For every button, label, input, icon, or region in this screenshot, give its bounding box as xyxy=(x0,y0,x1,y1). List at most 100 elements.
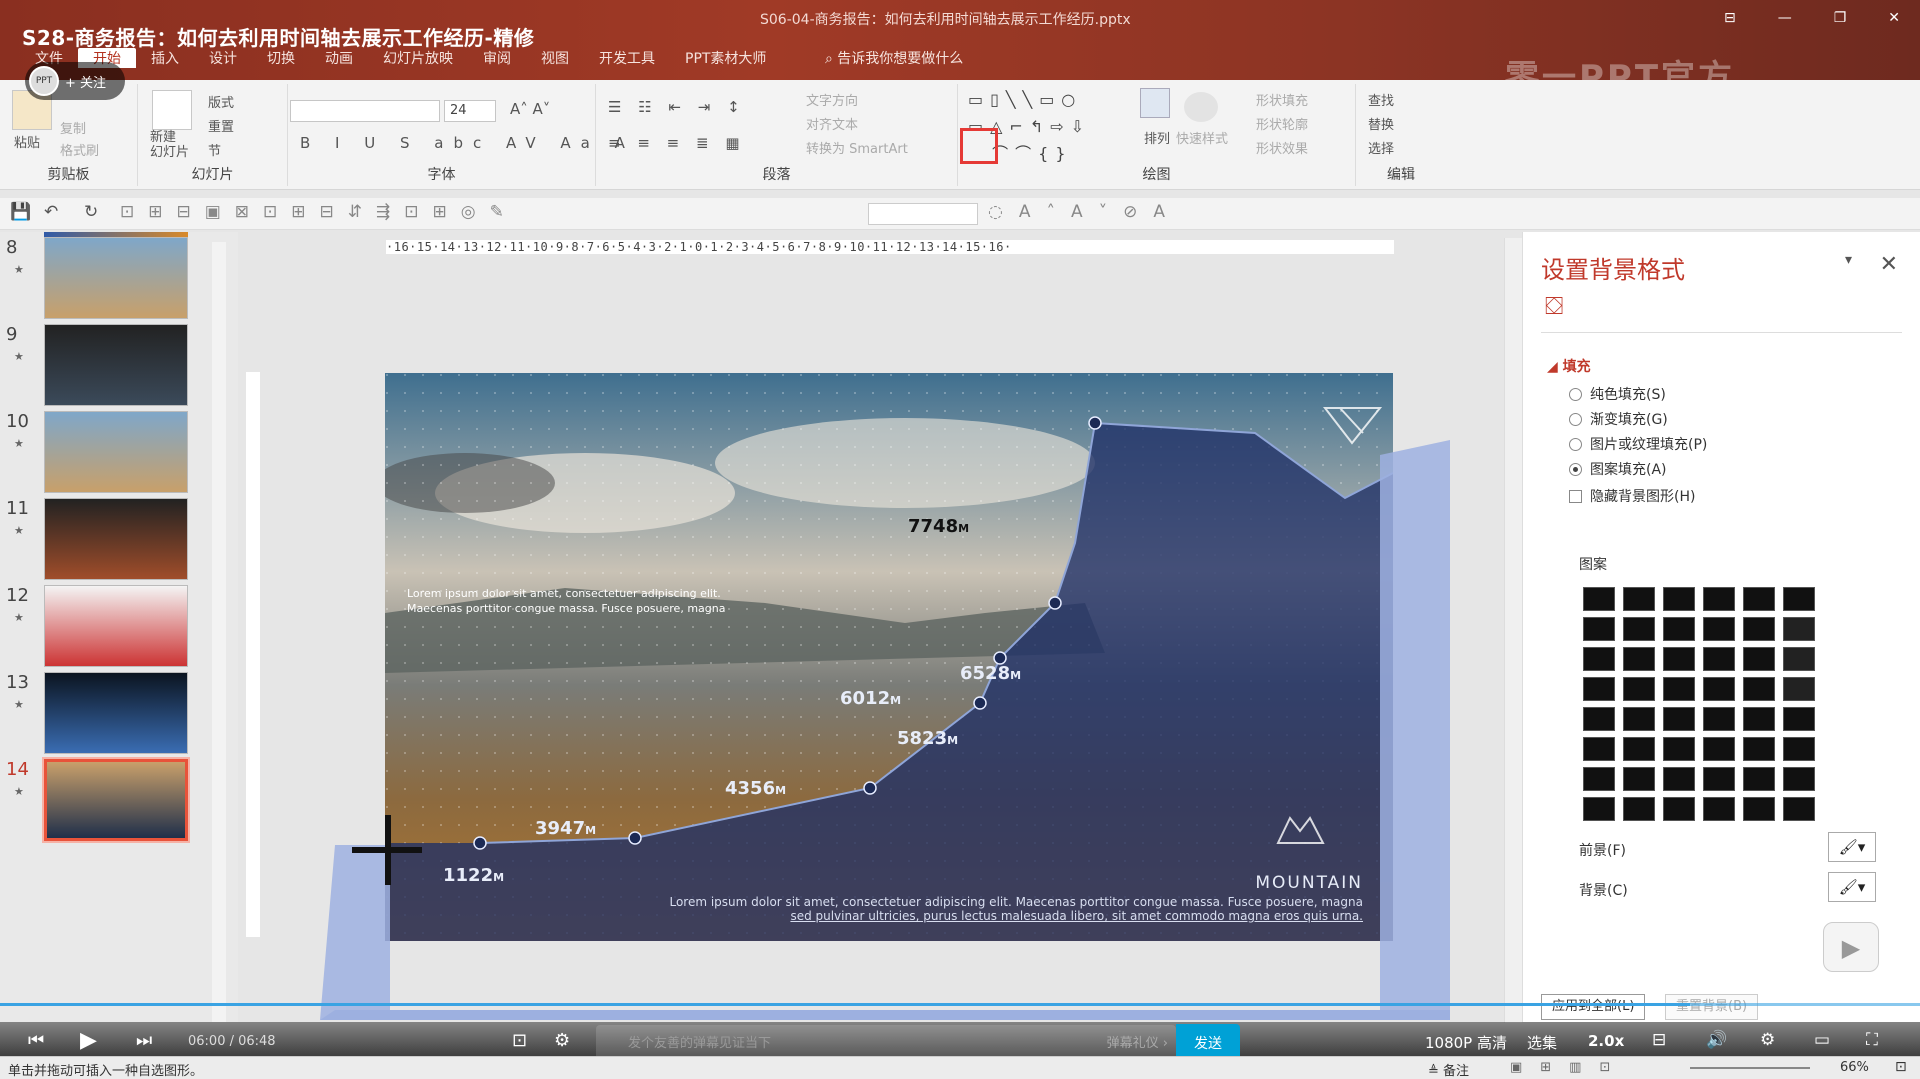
qat-tools-2[interactable]: ◌A˄A˅⊘A xyxy=(988,202,1181,222)
pattern-swatch[interactable] xyxy=(1583,797,1615,821)
pattern-swatch[interactable] xyxy=(1663,647,1695,671)
fit-slide-icon[interactable]: ⊡ xyxy=(1895,1059,1907,1075)
subtitle-icon[interactable]: ⊟ xyxy=(1652,1030,1666,1050)
thumbnail-scrollbar[interactable] xyxy=(212,242,226,1022)
fill-bucket-icon[interactable]: ⛋ xyxy=(1545,292,1563,320)
next-icon[interactable]: ⏭ xyxy=(136,1030,152,1051)
layout-button[interactable]: 版式 xyxy=(208,92,234,111)
tab-4[interactable]: 切换 xyxy=(252,48,310,68)
pattern-swatch[interactable] xyxy=(1783,587,1815,611)
apply-to-all-button[interactable]: 应用到全部(L) xyxy=(1541,994,1646,1020)
pip-icon[interactable]: ▭ xyxy=(1814,1030,1830,1050)
pattern-swatch[interactable] xyxy=(1663,587,1695,611)
select-button[interactable]: 选择 xyxy=(1368,138,1394,157)
pattern-swatch[interactable] xyxy=(1663,707,1695,731)
slide-thumbnail-11[interactable] xyxy=(44,498,188,580)
pattern-swatch[interactable] xyxy=(1743,797,1775,821)
follow-uploader-button[interactable]: PPT + 关注 xyxy=(25,62,125,100)
tab-6[interactable]: 幻灯片放映 xyxy=(368,48,468,68)
pattern-swatch[interactable] xyxy=(1583,617,1615,641)
pattern-swatch[interactable] xyxy=(1623,797,1655,821)
tab-3[interactable]: 设计 xyxy=(194,48,252,68)
view-buttons[interactable]: ▣⊞▥⊡ xyxy=(1510,1060,1628,1075)
tab-9[interactable]: 开发工具 xyxy=(584,48,670,68)
close-button[interactable]: ✕ xyxy=(1888,10,1900,26)
minimize-button[interactable]: — xyxy=(1778,10,1792,26)
new-slide-icon[interactable] xyxy=(152,90,192,130)
slide-thumbnail-10[interactable] xyxy=(44,411,188,493)
danmu-settings-icon[interactable]: ⚙ xyxy=(554,1030,570,1051)
close-icon[interactable]: ✕ xyxy=(1880,252,1898,277)
fullscreen-icon[interactable]: ⛶ xyxy=(1866,1030,1878,1050)
font-size-input[interactable]: 24 xyxy=(444,100,496,122)
pattern-swatch[interactable] xyxy=(1783,677,1815,701)
pattern-swatch[interactable] xyxy=(1623,587,1655,611)
highlighted-freeform-shape-button[interactable] xyxy=(960,128,998,164)
pattern-swatch[interactable] xyxy=(1663,677,1695,701)
volume-icon[interactable]: 🔊 xyxy=(1706,1030,1727,1050)
pattern-swatch[interactable] xyxy=(1743,617,1775,641)
text-direction-button[interactable]: 文字方向 xyxy=(806,90,858,109)
pattern-swatch[interactable] xyxy=(1783,797,1815,821)
zoom-slider[interactable] xyxy=(1690,1067,1810,1069)
pattern-swatch[interactable] xyxy=(1583,707,1615,731)
pattern-swatch[interactable] xyxy=(1583,587,1615,611)
reset-button[interactable]: 重置 xyxy=(208,116,234,135)
fill-section-header[interactable]: ◢ 填充 xyxy=(1547,356,1591,376)
align-buttons[interactable]: ≡ ≡ ≡ ≣ ▦ xyxy=(608,134,746,152)
shape-fill-button[interactable]: 形状填充 xyxy=(1256,90,1308,109)
grow-font-icon[interactable]: A˄ A˅ xyxy=(510,100,550,118)
tab-10[interactable]: PPT素材大师 xyxy=(670,48,781,68)
pattern-swatch[interactable] xyxy=(1623,647,1655,671)
pattern-swatch[interactable] xyxy=(1743,767,1775,791)
save-icon[interactable]: 💾 xyxy=(10,202,31,222)
pattern-swatch[interactable] xyxy=(1663,617,1695,641)
new-slide-button[interactable]: 新建 幻灯片 xyxy=(150,130,189,160)
redo-icon[interactable]: ↻ xyxy=(84,202,98,222)
pattern-swatch[interactable] xyxy=(1783,737,1815,761)
pattern-swatch[interactable] xyxy=(1623,677,1655,701)
arrange-icon[interactable] xyxy=(1140,88,1170,118)
pattern-swatch[interactable] xyxy=(1623,737,1655,761)
pattern-swatch[interactable] xyxy=(1743,647,1775,671)
tab-7[interactable]: 审阅 xyxy=(468,48,526,68)
foreground-color-picker[interactable]: 🖌▾ xyxy=(1828,832,1876,862)
align-text-button[interactable]: 对齐文本 xyxy=(806,114,858,133)
pattern-swatch[interactable] xyxy=(1783,647,1815,671)
undo-icon[interactable]: ↶ xyxy=(44,202,58,222)
settings-icon[interactable]: ⚙ xyxy=(1760,1030,1775,1050)
pattern-swatch[interactable] xyxy=(1663,797,1695,821)
fill-option-0[interactable]: 纯色填充(S) xyxy=(1569,384,1666,404)
pattern-swatch[interactable] xyxy=(1743,737,1775,761)
pattern-swatch[interactable] xyxy=(1743,587,1775,611)
pattern-swatch[interactable] xyxy=(1623,707,1655,731)
paste-button[interactable]: 粘贴 xyxy=(14,132,40,151)
pattern-swatch[interactable] xyxy=(1703,737,1735,761)
tab-5[interactable]: 动画 xyxy=(310,48,368,68)
pattern-swatch[interactable] xyxy=(1663,737,1695,761)
font-format-buttons[interactable]: B I U S abc AV Aa A xyxy=(300,134,635,152)
pattern-swatch[interactable] xyxy=(1743,707,1775,731)
speed-selector[interactable]: 2.0x xyxy=(1588,1032,1624,1050)
background-color-picker[interactable]: 🖌▾ xyxy=(1828,872,1876,902)
pattern-swatch[interactable] xyxy=(1743,677,1775,701)
pattern-swatch[interactable] xyxy=(1783,707,1815,731)
ribbon-display-icon[interactable]: ⊟ xyxy=(1724,10,1736,26)
slide-thumbnail-12[interactable] xyxy=(44,585,188,667)
qat-dropdown[interactable] xyxy=(868,203,978,225)
pattern-swatch[interactable] xyxy=(1623,617,1655,641)
fill-option-2[interactable]: 图片或纹理填充(P) xyxy=(1569,434,1707,454)
editor-scrollbar[interactable] xyxy=(1504,238,1522,1023)
quick-styles-button[interactable]: 快速样式 xyxy=(1176,128,1228,147)
pattern-swatch[interactable] xyxy=(1583,677,1615,701)
pane-options-chevron-down-icon[interactable]: ▾ xyxy=(1845,252,1852,268)
pattern-swatch[interactable] xyxy=(1703,707,1735,731)
tab-2[interactable]: 插入 xyxy=(136,48,194,68)
list-buttons[interactable]: ☰ ☷ ⇤ ⇥ ↕ xyxy=(608,98,746,116)
pattern-swatch[interactable] xyxy=(1703,647,1735,671)
fill-option-3[interactable]: 图案填充(A) xyxy=(1569,459,1667,479)
shape-effects-button[interactable]: 形状效果 xyxy=(1256,138,1308,157)
find-button[interactable]: 查找 xyxy=(1368,90,1394,109)
slide-thumbnail-14[interactable] xyxy=(42,757,190,843)
zoom-level[interactable]: 66% xyxy=(1840,1060,1869,1075)
